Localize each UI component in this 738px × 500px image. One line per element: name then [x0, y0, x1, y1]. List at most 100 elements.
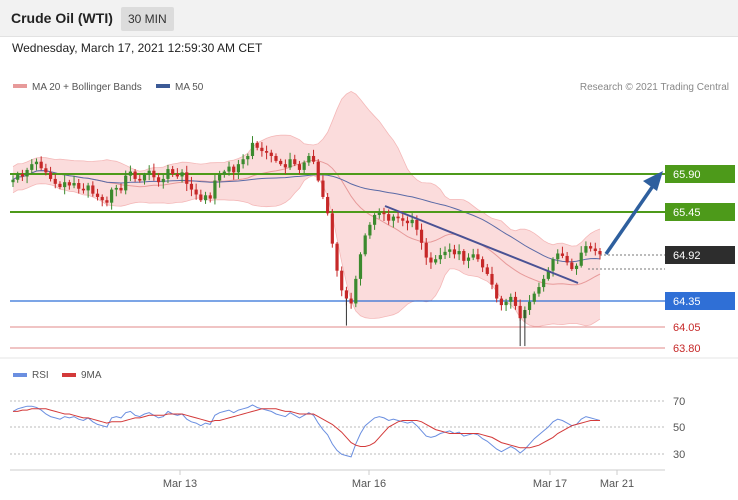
candle-up [391, 216, 395, 221]
candle-down [499, 298, 503, 306]
candle-down [387, 214, 391, 221]
candle-down [321, 180, 325, 197]
candle-down [495, 284, 499, 299]
level-tag-65-90: 65.90 [665, 165, 735, 183]
candle-up [457, 251, 461, 255]
ma20-legend-swatch [13, 84, 27, 88]
rsi-ma9-line [13, 408, 600, 449]
candle-down [485, 267, 489, 274]
candle-down [490, 273, 494, 285]
candle-down [133, 171, 137, 179]
candle-up [579, 252, 583, 266]
x-label-mar-16: Mar 16 [352, 478, 386, 490]
candle-down [185, 172, 189, 184]
candle-up [542, 278, 546, 288]
candle-up [574, 265, 579, 270]
candle-down [415, 219, 419, 230]
candle-down [156, 177, 161, 183]
candle-up [302, 162, 306, 170]
ma50-legend-swatch [156, 84, 170, 88]
ma50-legend-label: MA 50 [175, 82, 204, 93]
candle-down [316, 161, 320, 181]
candle-up [410, 219, 414, 224]
candle-down [48, 172, 53, 179]
ma9-legend-label: 9MA [81, 370, 102, 381]
candle-down [335, 243, 339, 271]
candle-down [589, 246, 593, 249]
candle-up [63, 182, 67, 188]
rsi-line [12, 404, 601, 458]
candle-down [119, 187, 123, 191]
candle-up [110, 189, 114, 203]
candle-up [124, 175, 128, 191]
candle-up [246, 155, 250, 160]
candle-down [396, 216, 400, 219]
candle-up [438, 255, 442, 260]
candle-down [274, 155, 278, 161]
chart-canvas: MA 20 + Bollinger Bands MA 50 Research ©… [0, 82, 738, 490]
candle-down [189, 183, 194, 190]
level-tag-64-92: 64.92 [665, 246, 735, 264]
candle-up [551, 259, 555, 271]
candle-up [236, 164, 241, 173]
candle-up [466, 257, 471, 261]
level-tag-65-45: 65.45 [665, 203, 735, 221]
candle-up [147, 170, 151, 175]
candle-up [556, 253, 560, 260]
candle-up [509, 296, 513, 302]
candle-down [58, 183, 62, 188]
candle-down [20, 174, 24, 177]
candle-down [44, 168, 48, 173]
candle-up [11, 179, 15, 183]
target-arrow-shaft [604, 182, 657, 255]
candle-down [518, 305, 522, 319]
candle-up [368, 224, 372, 236]
candle-down [349, 298, 353, 304]
candle-up [142, 174, 147, 181]
candle-up [128, 171, 132, 176]
candle-up [448, 249, 452, 252]
candle-down [269, 152, 273, 156]
candle-up [532, 293, 536, 302]
candle-up [363, 235, 367, 255]
candle-up [227, 166, 231, 172]
candle-down [208, 195, 212, 199]
candle-up [218, 174, 222, 181]
candle-up [241, 159, 245, 165]
x-label-mar-21: Mar 21 [600, 478, 634, 490]
candle-up [434, 259, 438, 263]
candle-down [311, 155, 316, 162]
candle-down [138, 178, 142, 181]
candle-up [213, 180, 217, 199]
level-tag-64-35: 64.35 [665, 292, 735, 310]
level-label-64-05: 64.05 [673, 322, 701, 334]
rsi-tick-50: 50 [673, 422, 685, 434]
rsi-tick-30: 30 [673, 449, 685, 461]
candle-up [471, 254, 475, 258]
candle-up [72, 183, 76, 186]
candle-down [424, 242, 428, 258]
ma9-legend-swatch [62, 373, 76, 377]
candle-down [513, 296, 518, 306]
level-tag-64-35-text: 64.35 [673, 296, 701, 308]
candle-up [307, 155, 311, 163]
ma20-legend-label: MA 20 + Bollinger Bands [32, 82, 142, 93]
candle-up [358, 254, 363, 279]
bollinger-band [13, 91, 600, 327]
candle-down [77, 183, 81, 189]
candle-up [166, 169, 170, 179]
candle-down [91, 185, 95, 194]
x-axis: Mar 13 Mar 16 Mar 17 Mar 21 [163, 470, 634, 490]
candle-down [232, 166, 236, 173]
candle-up [180, 172, 184, 177]
candle-down [171, 169, 175, 174]
candle-up [203, 195, 208, 201]
x-label-mar-13: Mar 13 [163, 478, 197, 490]
candle-down [481, 259, 485, 268]
candle-up [537, 287, 541, 294]
rsi-legend: RSI 9MA [13, 370, 102, 381]
candle-up [504, 301, 508, 306]
candle-down [293, 159, 297, 165]
candle-down [175, 174, 179, 177]
candle-down [560, 253, 565, 256]
